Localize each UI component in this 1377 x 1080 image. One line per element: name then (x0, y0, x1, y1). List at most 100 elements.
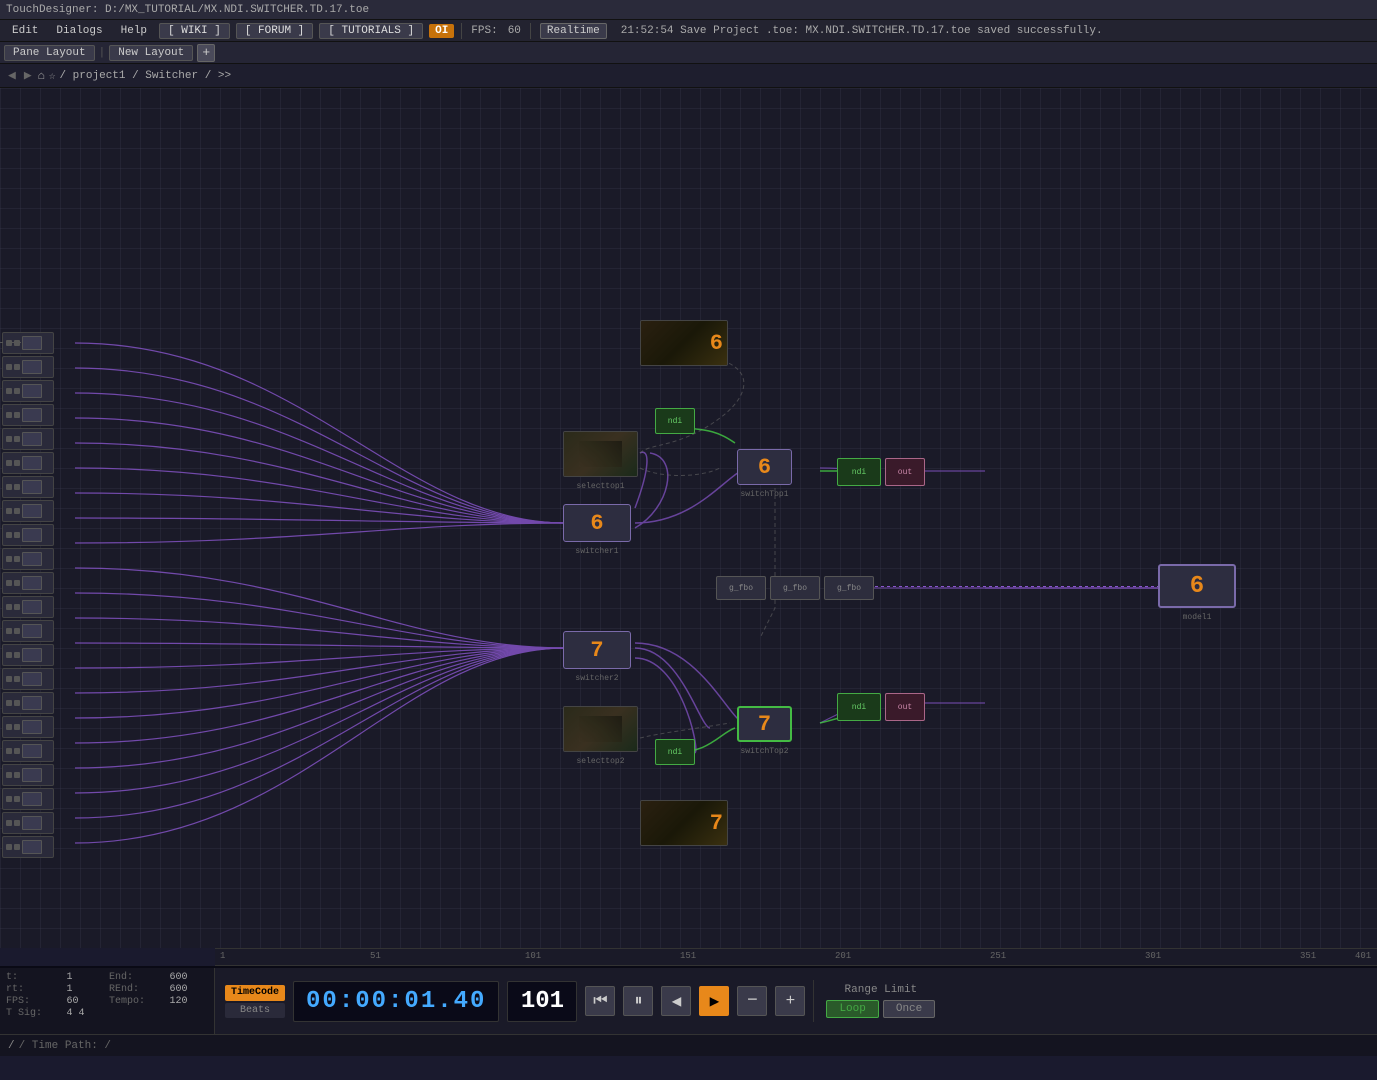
nav-back[interactable]: ◀ (6, 68, 18, 83)
status-text: 21:52:54 Save Project .toe: MX.NDI.SWITC… (621, 25, 1103, 37)
input-node-22[interactable] (2, 836, 54, 858)
input-node-21[interactable] (2, 812, 54, 834)
nav-path: / project1 / Switcher / >> (59, 70, 231, 82)
pause-button[interactable]: ⏸ (623, 986, 653, 1016)
minus-button[interactable]: − (737, 986, 767, 1016)
menu-forum[interactable]: [ FORUM ] (236, 23, 313, 39)
canvas-area[interactable]: 6 6 switcher1 7 switcher2 selecttop1 ndi (0, 88, 1377, 948)
pane-separator: | (99, 47, 106, 59)
row-node-2[interactable]: g_fbo (770, 576, 820, 600)
oi-button[interactable]: OI (429, 24, 454, 38)
nav-forward[interactable]: ▶ (22, 68, 34, 83)
menu-dialogs[interactable]: Dialogs (48, 23, 110, 39)
input-node-12[interactable] (2, 596, 54, 618)
lower-preview-node[interactable]: selecttop2 (563, 706, 638, 752)
play-button[interactable]: ▶ (699, 986, 729, 1016)
menu-edit[interactable]: Edit (4, 23, 46, 39)
menu-help[interactable]: Help (113, 23, 155, 39)
input-node-3[interactable] (2, 380, 54, 402)
titlebar-text: TouchDesigner: D:/MX_TUTORIAL/MX.NDI.SWI… (6, 4, 369, 16)
back-step-button[interactable]: ◀ (661, 986, 691, 1016)
timeline-area: 1 51 101 151 201 251 301 351 401 (215, 948, 1377, 966)
num-node-6-left[interactable]: 6 switcher1 (563, 504, 631, 542)
loop-button[interactable]: Loop (826, 1000, 878, 1018)
input-dot (14, 340, 20, 346)
plus-button[interactable]: + (775, 986, 805, 1016)
transport-area: t: 1 End: 600 rt: 1 REnd: 600 FPS: 60 Te… (0, 966, 1377, 1034)
num-node-6-right[interactable]: 6 switchTop1 (737, 449, 792, 485)
timecode-button[interactable]: TimeCode (225, 985, 285, 1001)
num-7-left-label: switcher2 (563, 674, 631, 683)
mid-preview-sublabel: selecttop1 (563, 482, 638, 491)
path-slash: / (8, 1040, 15, 1052)
timeline-mark-201: 201 (835, 951, 851, 961)
mid-preview-top[interactable]: selecttop1 (563, 431, 638, 477)
input-node-11[interactable] (2, 572, 54, 594)
pink-node-7[interactable]: out (885, 693, 925, 721)
input-node-8[interactable] (2, 500, 54, 522)
input-node-13[interactable] (2, 620, 54, 642)
right-6-label: model1 (1158, 613, 1236, 622)
realtime-button[interactable]: Realtime (540, 23, 607, 39)
rstart-label: rt: (6, 984, 63, 995)
num-node-7-left[interactable]: 7 switcher2 (563, 631, 631, 669)
input-node-17[interactable] (2, 716, 54, 738)
menubar: Edit Dialogs Help [ WIKI ] [ FORUM ] [ T… (0, 20, 1377, 42)
bot-video-node-7[interactable]: 7 (640, 800, 728, 846)
input-preview (22, 336, 42, 350)
num-7-right-label: switchTop2 (737, 747, 792, 756)
frame-display[interactable]: 101 (507, 981, 577, 1022)
tsig-label: T Sig: (6, 1008, 63, 1019)
new-layout-button[interactable]: New Layout (109, 45, 193, 61)
add-layout-button[interactable]: + (197, 44, 215, 62)
beats-button[interactable]: Beats (225, 1003, 285, 1018)
range-limit-panel: Range Limit Loop Once (813, 980, 947, 1022)
menu-tutorials[interactable]: [ TUTORIALS ] (319, 23, 423, 39)
input-node-1[interactable] (2, 332, 54, 354)
lower-preview-sublabel: selecttop2 (563, 757, 638, 766)
small-green-node-top[interactable]: ndi (655, 408, 695, 434)
pane-layout-button[interactable]: Pane Layout (4, 45, 95, 61)
nav-home-icon[interactable]: ⌂ (38, 69, 45, 83)
timeline-mark-401: 401 (1355, 951, 1371, 961)
timeline-mark-51: 51 (370, 951, 381, 961)
timeline-mark-151: 151 (680, 951, 696, 961)
input-node-5[interactable] (2, 428, 54, 450)
rend-label: REnd: (109, 984, 166, 995)
timecode-display[interactable]: 00:00:01.40 (293, 981, 499, 1022)
input-node-4[interactable] (2, 404, 54, 426)
bot-video-label: 7 (710, 811, 723, 836)
timeline-mark-351: 351 (1300, 951, 1316, 961)
right-large-node-6[interactable]: 6 model1 (1158, 564, 1236, 608)
num-6-left-label: switcher1 (563, 547, 631, 556)
input-node-6[interactable] (2, 452, 54, 474)
input-node-2[interactable] (2, 356, 54, 378)
tsig-value: 4 4 (67, 1008, 106, 1019)
row-node-1[interactable]: g_fbo (716, 576, 766, 600)
fps-value: 60 (508, 25, 521, 37)
input-node-14[interactable] (2, 644, 54, 666)
small-green-right-7[interactable]: ndi (837, 693, 881, 721)
nav-bookmark-icon[interactable]: ☆ (49, 69, 56, 83)
input-node-10[interactable] (2, 548, 54, 570)
row-node-3[interactable]: g_fbo (824, 576, 874, 600)
small-green-right-6[interactable]: ndi (837, 458, 881, 486)
transport-controls: TimeCode Beats 00:00:01.40 101 ⏮ ⏸ ◀ ▶ −… (215, 968, 1377, 1034)
once-button[interactable]: Once (883, 1000, 935, 1018)
menu-wiki[interactable]: [ WIKI ] (159, 23, 230, 39)
small-green-node-lower[interactable]: ndi (655, 739, 695, 765)
input-node-20[interactable] (2, 788, 54, 810)
fps-stat-value: 60 (67, 996, 106, 1007)
pink-node-6[interactable]: out (885, 458, 925, 486)
input-node-9[interactable] (2, 524, 54, 546)
input-node-18[interactable] (2, 740, 54, 762)
range-buttons: Loop Once (826, 1000, 935, 1018)
input-node-19[interactable] (2, 764, 54, 786)
input-node-7[interactable] (2, 476, 54, 498)
input-node-16[interactable] (2, 692, 54, 714)
input-node-15[interactable] (2, 668, 54, 690)
top-video-node-6[interactable]: 6 (640, 320, 728, 366)
num-node-7-right[interactable]: 7 switchTop2 (737, 706, 792, 742)
pathbar: / / Time Path: / (0, 1034, 1377, 1056)
rewind-button[interactable]: ⏮ (585, 986, 615, 1016)
